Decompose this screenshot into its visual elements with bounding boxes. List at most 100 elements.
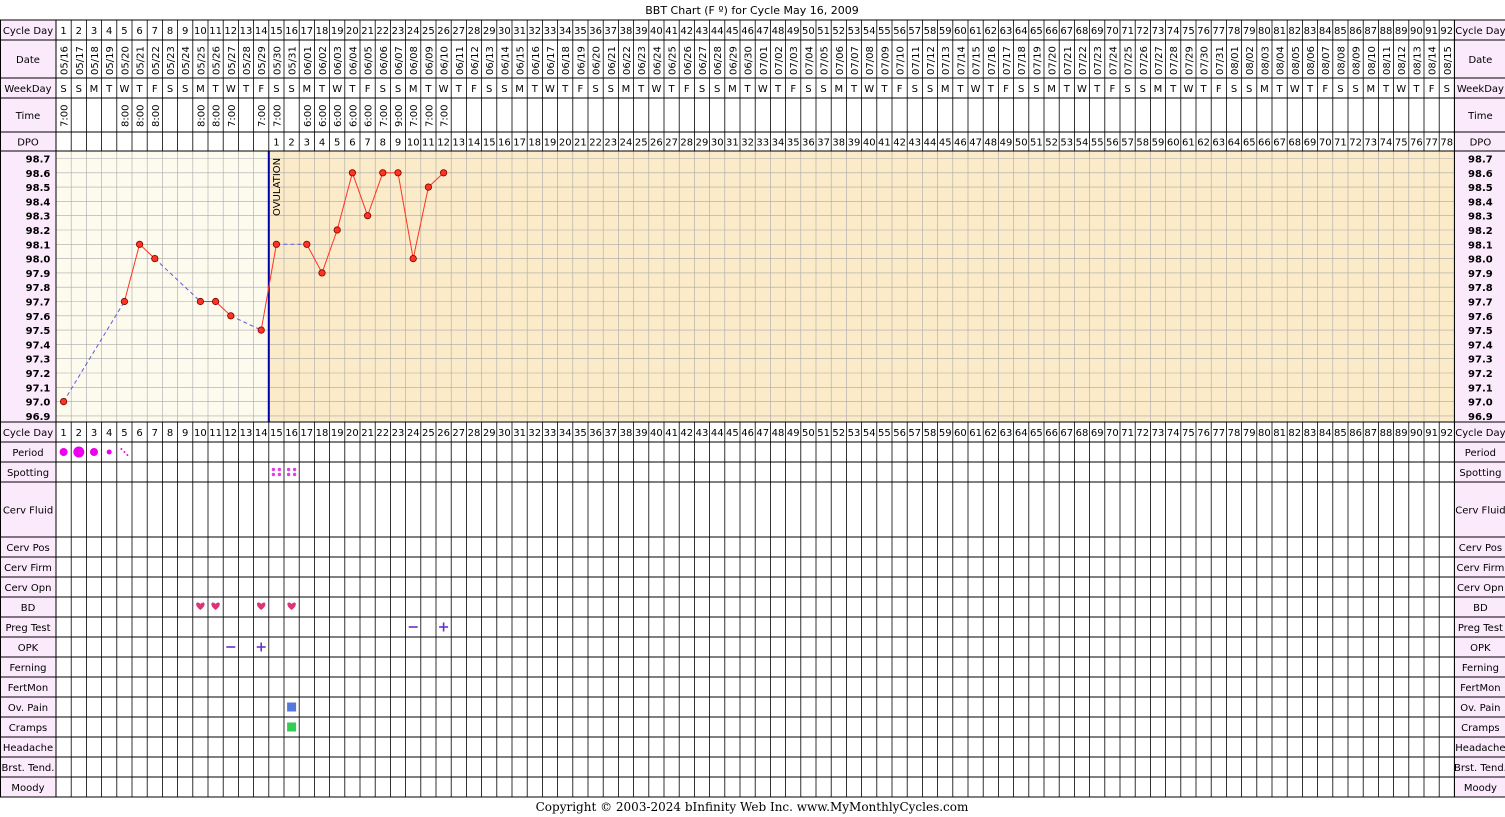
cycle-day-number: 73 — [1152, 26, 1165, 37]
dpo-number: 45 — [939, 138, 952, 149]
time-label: 6:00 — [318, 105, 329, 127]
weekday-letter: T — [318, 84, 326, 95]
spotting-dot — [292, 467, 297, 472]
weekday-letter: S — [273, 84, 279, 95]
cycle-day-number-lower: 5 — [121, 428, 127, 439]
cycle-day-number: 36 — [589, 26, 602, 37]
cycle-day-number-lower: 18 — [316, 428, 329, 439]
cycle-day-number: 44 — [711, 26, 724, 37]
period-marker — [59, 448, 68, 456]
cycle-day-number-lower: 28 — [468, 428, 481, 439]
cycle-day-number: 83 — [1304, 26, 1317, 37]
date-label: 06/22 — [622, 46, 633, 75]
dpo-number: 73 — [1364, 138, 1377, 149]
cycle-day-number-lower: 35 — [574, 428, 587, 439]
cycle-day-number: 18 — [316, 26, 329, 37]
dpo-number: 21 — [574, 138, 587, 149]
weekday-letter: S — [1352, 84, 1358, 95]
cycle-day-number: 37 — [604, 26, 617, 37]
weekday-letter: S — [1018, 84, 1024, 95]
cycle-day-number-lower: 15 — [270, 428, 283, 439]
weekday-letter: F — [1216, 84, 1222, 95]
cycle-day-number-lower: 23 — [392, 428, 405, 439]
row-label-right: WeekDay — [1457, 84, 1504, 95]
time-label: 7:00 — [440, 105, 451, 127]
row-label-left: Spotting — [7, 468, 49, 479]
weekday-letter: W — [1290, 84, 1300, 95]
dpo-number: 20 — [559, 138, 572, 149]
cycle-day-number: 42 — [680, 26, 693, 37]
date-label: 06/20 — [592, 46, 603, 75]
cycle-day-number: 2 — [76, 26, 82, 37]
dpo-number: 33 — [756, 138, 769, 149]
temp-point — [318, 269, 326, 277]
date-label: 07/02 — [774, 46, 785, 75]
weekday-letter: S — [608, 84, 614, 95]
cycle-day-number-lower: 86 — [1349, 428, 1362, 439]
cycle-day-number: 72 — [1136, 26, 1149, 37]
row-label-left: Headache — [3, 743, 53, 754]
temp-point — [439, 169, 448, 177]
date-label: 07/26 — [1139, 46, 1150, 75]
row-label-left: Date — [16, 55, 40, 66]
weekday-letter: S — [1444, 84, 1450, 95]
cycle-day-number-lower: 88 — [1380, 428, 1393, 439]
dpo-number: 38 — [832, 138, 845, 149]
cycle-day-number: 92 — [1440, 26, 1453, 37]
cycle-day-number-lower: 13 — [240, 428, 253, 439]
cycle-day-number-lower: 83 — [1304, 428, 1317, 439]
y-tick-right: 97.2 — [1468, 369, 1493, 380]
date-label: 06/27 — [698, 46, 709, 75]
dpo-number: 61 — [1182, 138, 1195, 149]
cycle-day-number-lower: 73 — [1152, 428, 1165, 439]
cycle-day-number: 74 — [1167, 26, 1180, 37]
cycle-day-number-lower: 29 — [483, 428, 496, 439]
weekday-letter: T — [1063, 84, 1071, 95]
dpo-number: 26 — [650, 138, 663, 149]
weekday-letter: F — [790, 84, 796, 95]
cycle-day-number-lower: 74 — [1167, 428, 1180, 439]
cycle-day-number-lower: 16 — [285, 428, 298, 439]
temp-point — [136, 240, 144, 248]
y-tick-left: 97.3 — [26, 355, 51, 366]
weekday-letter: T — [531, 84, 539, 95]
row-label-right: BD — [1473, 603, 1488, 614]
dpo-number: 76 — [1410, 138, 1423, 149]
cycle-day-number: 87 — [1364, 26, 1377, 37]
date-label: 07/03 — [789, 46, 800, 75]
row-label-left: BD — [21, 603, 36, 614]
weekday-letter: S — [182, 84, 188, 95]
cycle-day-number-lower: 44 — [711, 428, 724, 439]
dpo-number: 34 — [772, 138, 785, 149]
date-label: 06/13 — [485, 46, 496, 75]
cycle-day-number: 16 — [285, 26, 298, 37]
cycle-day-number-lower: 40 — [650, 428, 663, 439]
date-label: 05/24 — [181, 46, 192, 75]
cycle-day-number: 52 — [832, 26, 845, 37]
dpo-number: 72 — [1349, 138, 1362, 149]
cycle-day-number-lower: 6 — [136, 428, 142, 439]
y-tick-right: 97.3 — [1468, 355, 1493, 366]
row-label-right: Date — [1468, 55, 1492, 66]
row-label-left: Preg Test — [5, 623, 50, 634]
y-tick-left: 98.6 — [26, 169, 51, 180]
dpo-number: 69 — [1304, 138, 1317, 149]
cycle-day-number: 27 — [452, 26, 465, 37]
y-tick-left: 97.5 — [26, 326, 51, 337]
weekday-letter: T — [1276, 84, 1284, 95]
cycle-day-number: 30 — [498, 26, 511, 37]
dpo-number: 60 — [1167, 138, 1180, 149]
date-label: 07/08 — [865, 46, 876, 75]
weekday-letter: T — [744, 84, 752, 95]
weekday-letter: T — [850, 84, 858, 95]
time-label: 6:00 — [348, 105, 359, 127]
cycle-day-number: 90 — [1410, 26, 1423, 37]
chart-title: BBT Chart (F º) for Cycle May 16, 2009 — [645, 4, 859, 17]
date-label: 07/27 — [1154, 46, 1165, 75]
weekday-letter: S — [699, 84, 705, 95]
date-label: 06/03 — [333, 46, 344, 75]
date-label: 07/15 — [972, 46, 983, 75]
period-marker — [106, 449, 112, 455]
time-label: 8:00 — [120, 105, 131, 127]
cycle-day-number: 28 — [468, 26, 481, 37]
